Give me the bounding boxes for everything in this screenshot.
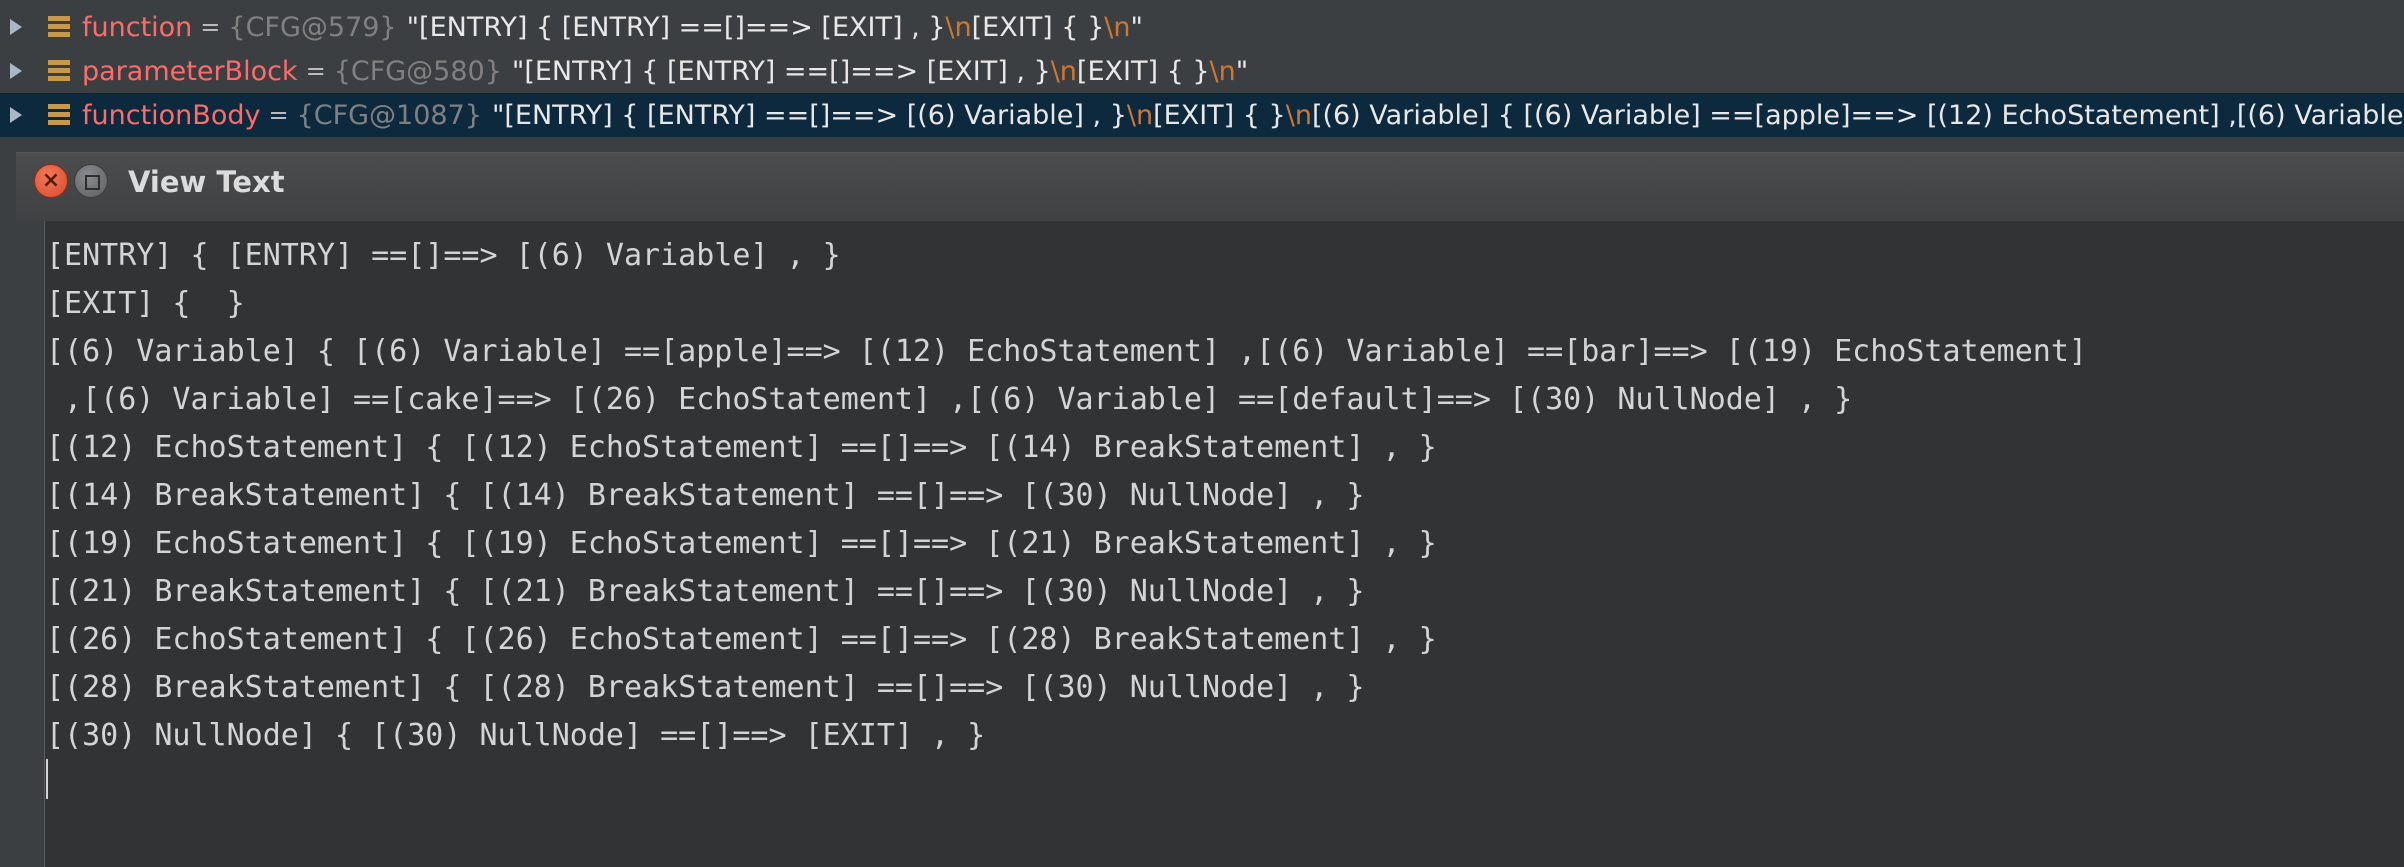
text-line: [(21) BreakStatement] { [(21) BreakState…	[46, 574, 1365, 609]
variable-name: function	[82, 11, 193, 43]
value-segment: [ENTRY] { [ENTRY] ==[]==> [EXIT] , }	[419, 11, 946, 43]
text-viewer[interactable]: [ENTRY] { [ENTRY] ==[]==> [(6) Variable]…	[16, 221, 2404, 867]
dialog-title: View Text	[128, 165, 285, 199]
variable-name: parameterBlock	[82, 55, 298, 87]
close-icon[interactable]: ×	[34, 164, 68, 198]
expand-arrow-icon[interactable]	[10, 19, 22, 35]
field-icon	[48, 60, 70, 82]
variable-name: functionBody	[82, 99, 261, 131]
text-line: [EXIT] { }	[46, 286, 245, 321]
quote-close: "	[1235, 55, 1249, 87]
equals-sign: =	[305, 57, 326, 85]
field-icon	[48, 16, 70, 38]
text-line: [(19) EchoStatement] { [(19) EchoStateme…	[46, 526, 1437, 561]
expand-arrow-icon[interactable]	[10, 63, 22, 79]
object-ref: {CFG@579}	[228, 11, 397, 43]
text-caret	[46, 759, 48, 799]
text-line: [ENTRY] { [ENTRY] ==[]==> [(6) Variable]…	[46, 238, 841, 273]
gutter	[16, 221, 45, 867]
value-segment: [EXIT] { }	[1153, 99, 1286, 131]
text-line: [(30) NullNode] { [(30) NullNode] ==[]==…	[46, 718, 986, 753]
variable-text: functionBody = {CFG@1087} " [ENTRY] { [E…	[82, 100, 2404, 131]
expand-arrow-icon[interactable]	[10, 107, 22, 123]
dialog-title-bar[interactable]: × View Text	[16, 153, 2404, 222]
equals-sign: =	[200, 13, 221, 41]
quote-open: "	[406, 11, 420, 43]
value-segment: [EXIT] { }	[1076, 55, 1210, 87]
equals-sign: =	[268, 101, 289, 129]
text-line: [(28) BreakStatement] { [(28) BreakState…	[46, 670, 1365, 705]
variables-tree: function = {CFG@579} " [ENTRY] { [ENTRY]…	[0, 0, 2404, 138]
maximize-icon[interactable]	[74, 164, 108, 198]
escape-newline: \n	[1209, 55, 1236, 87]
variable-text: parameterBlock = {CFG@580} " [ENTRY] { […	[82, 56, 1248, 87]
view-text-dialog: × View Text [ENTRY] { [ENTRY] ==[]==> [(…	[16, 152, 2404, 867]
quote-open: "	[491, 99, 505, 131]
value-segment: [ENTRY] { [ENTRY] ==[]==> [(6) Variable]…	[504, 99, 1127, 131]
field-icon	[48, 104, 70, 126]
text-content: [ENTRY] { [ENTRY] ==[]==> [(6) Variable]…	[46, 232, 2396, 760]
text-line: [(12) EchoStatement] { [(12) EchoStateme…	[46, 430, 1437, 465]
variable-row-functionbody[interactable]: functionBody = {CFG@1087} " [ENTRY] { [E…	[0, 93, 2404, 137]
escape-newline: \n	[1285, 99, 1312, 131]
value-segment: [ENTRY] { [ENTRY] ==[]==> [EXIT] , }	[524, 55, 1051, 87]
quote-close: "	[1130, 11, 1143, 43]
variable-text: function = {CFG@579} " [ENTRY] { [ENTRY]…	[82, 12, 1143, 43]
variable-row-parameterblock[interactable]: parameterBlock = {CFG@580} " [ENTRY] { […	[0, 49, 2404, 93]
escape-newline: \n	[945, 11, 972, 43]
object-ref: {CFG@580}	[333, 55, 502, 87]
text-line: [(6) Variable] { [(6) Variable] ==[apple…	[46, 334, 2087, 369]
escape-newline: \n	[1126, 99, 1154, 131]
variable-row-function[interactable]: function = {CFG@579} " [ENTRY] { [ENTRY]…	[0, 5, 2404, 49]
escape-newline: \n	[1104, 11, 1131, 43]
object-ref: {CFG@1087}	[296, 99, 482, 131]
text-line: [(14) BreakStatement] { [(14) BreakState…	[46, 478, 1365, 513]
quote-open: "	[511, 55, 525, 87]
value-segment: [(6) Variable] { [(6) Variable] ==[apple…	[1311, 99, 2404, 131]
escape-newline: \n	[1050, 55, 1077, 87]
text-line: ,[(6) Variable] ==[cake]==> [(26) EchoSt…	[46, 382, 1853, 417]
text-line: [(26) EchoStatement] { [(26) EchoStateme…	[46, 622, 1437, 657]
value-segment: [EXIT] { }	[971, 11, 1105, 43]
